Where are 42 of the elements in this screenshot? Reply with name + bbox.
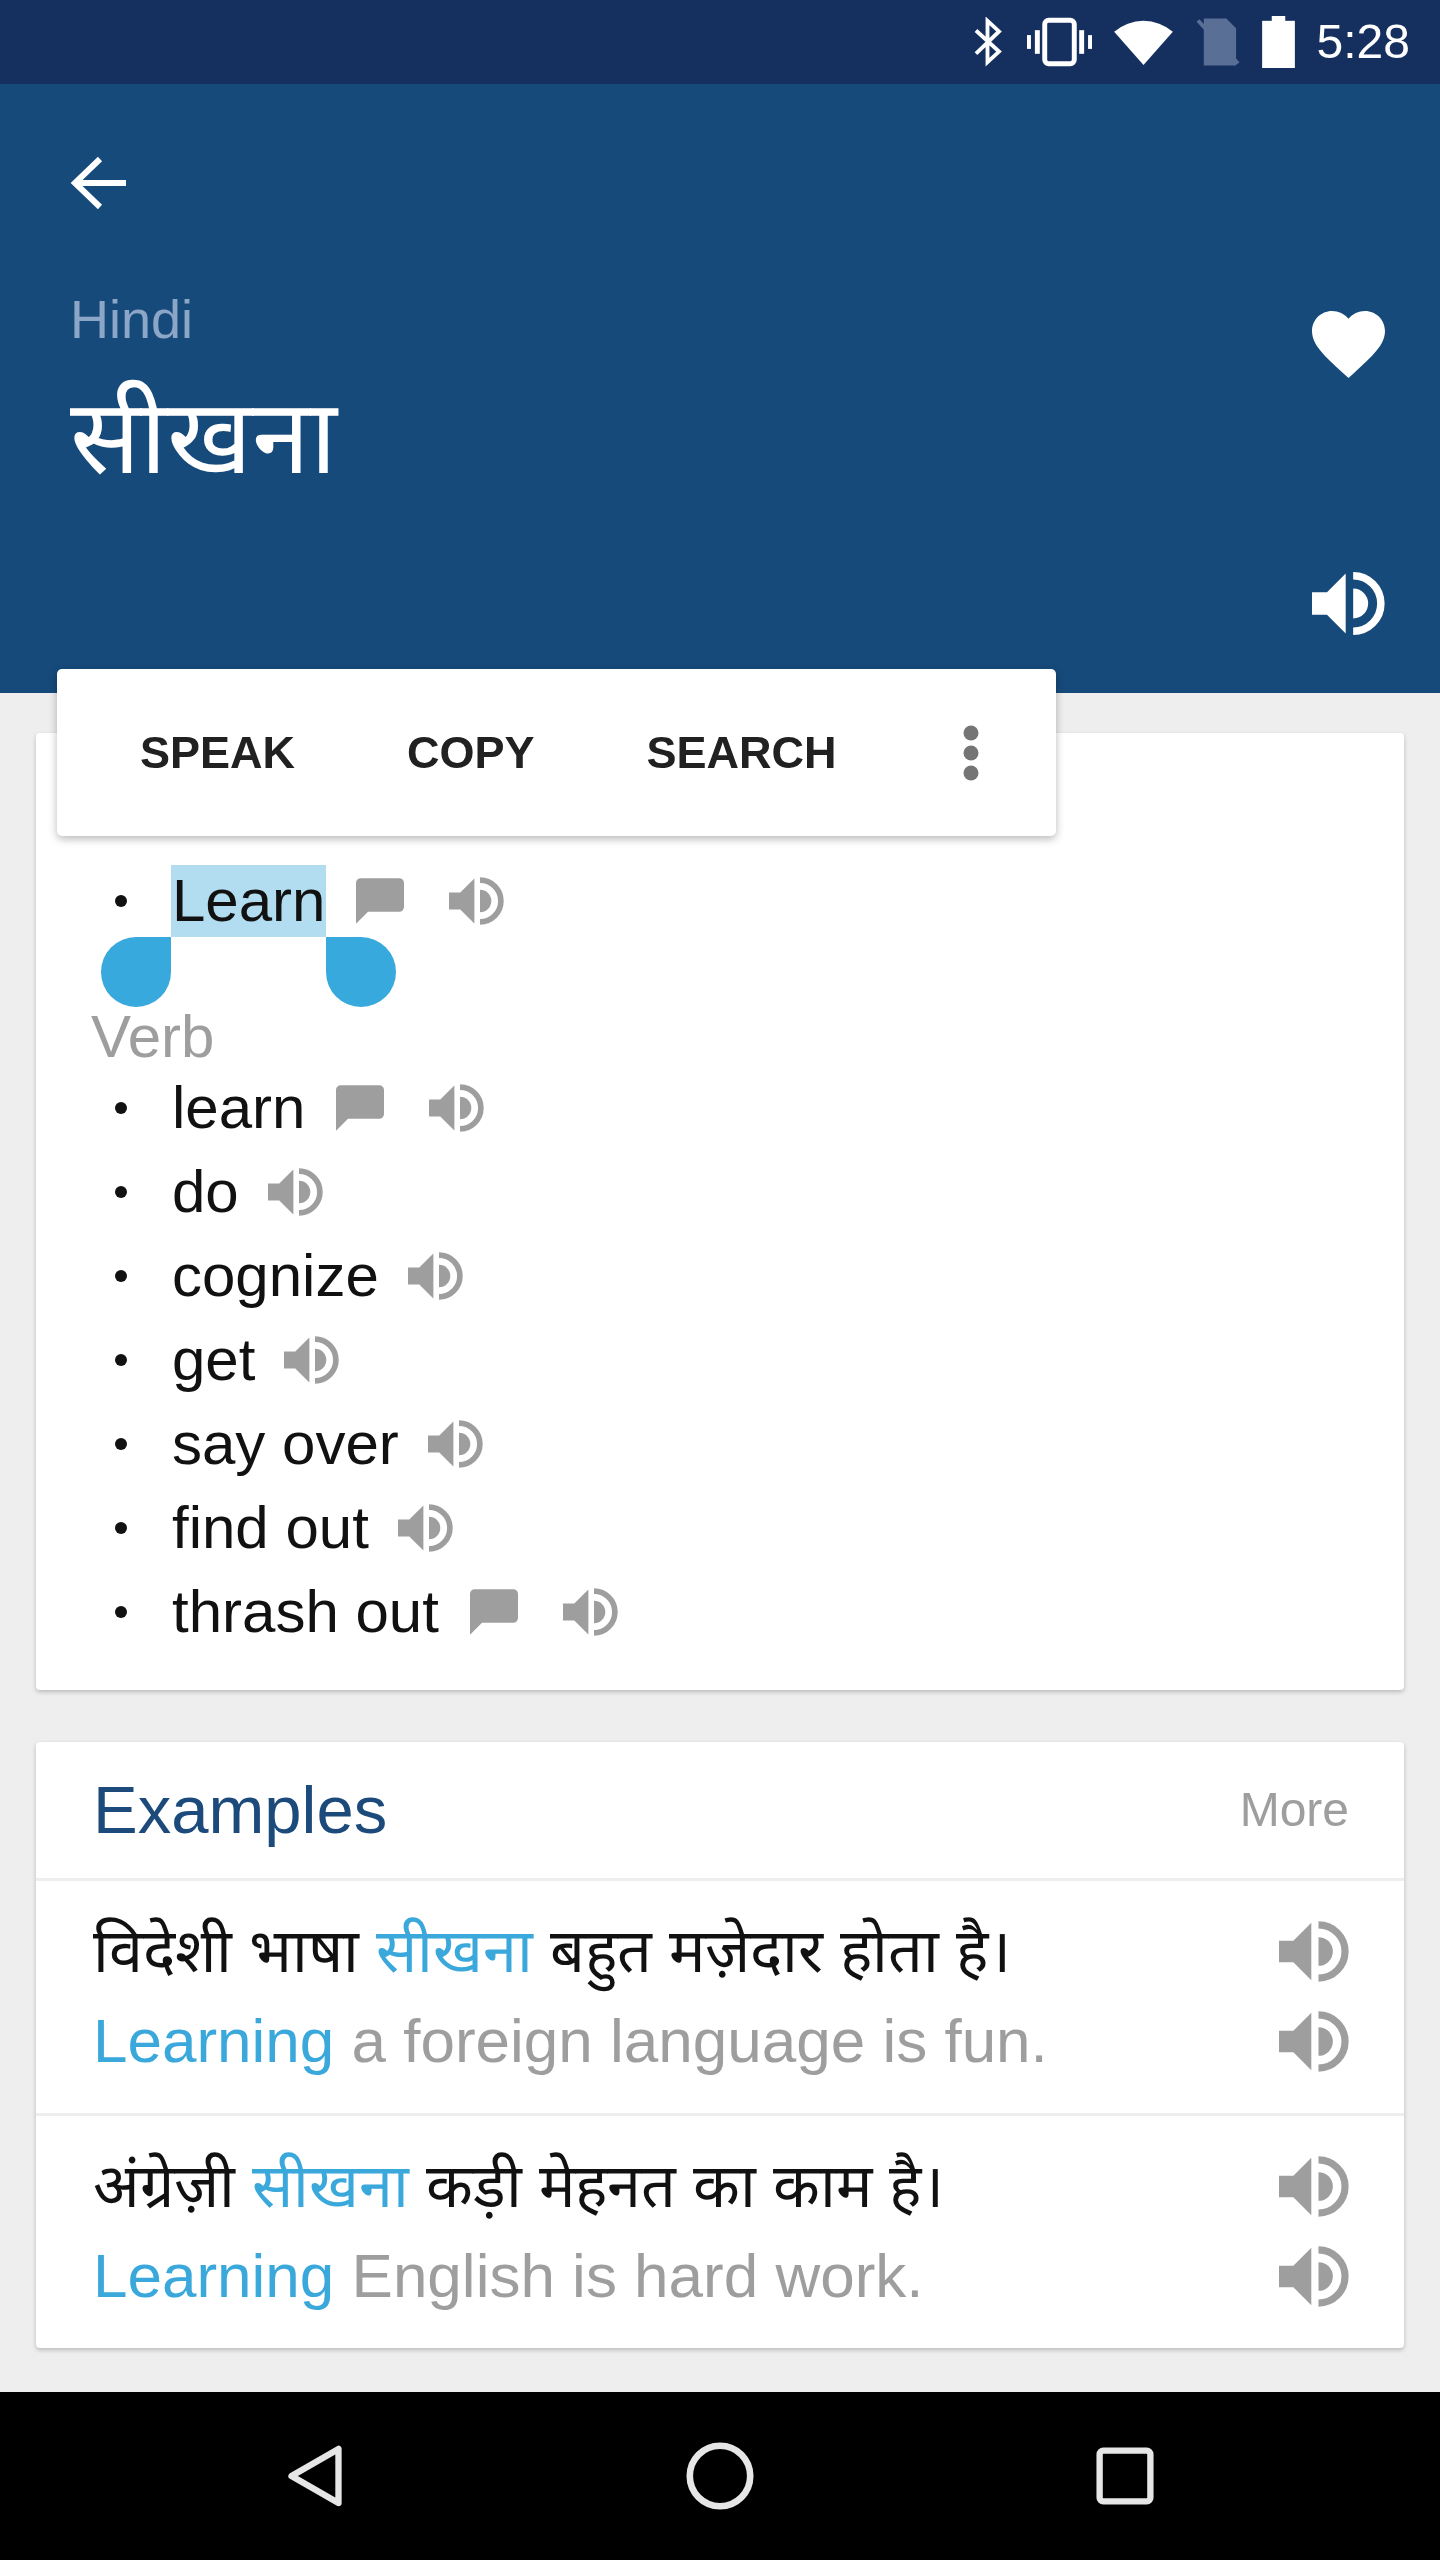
recents-square-icon[interactable] [1096,2447,1155,2505]
example-sentence: अंग्रेज़ी सीखना कड़ी मेहनत का काम है। [93,2151,944,2222]
no-sim-icon [1194,17,1240,67]
example-translation: Learning English is hard work. [93,2240,924,2312]
back-arrow-icon[interactable] [70,155,128,211]
bullet-icon [115,1438,127,1450]
definition-word: Learn [171,864,327,937]
back-triangle-icon[interactable] [286,2444,343,2508]
heart-icon[interactable] [1312,311,1385,378]
bullet-icon [115,1354,127,1366]
toolbar-action[interactable]: COPY [351,669,591,836]
battery-icon [1261,16,1295,68]
language-label: Hindi [70,288,195,351]
comment-icon[interactable] [469,1589,518,1635]
definition-word: get [171,1325,257,1395]
bullet-icon [115,1270,127,1282]
bullet-icon [115,894,127,907]
headword: सीखना [70,378,337,497]
part-of-speech-label: Verb [91,1008,216,1066]
example-translation: Learning a foreign language is fun. [93,2005,1048,2077]
definition-word: find out [171,1493,370,1563]
bullet-icon [115,1606,127,1618]
comment-icon[interactable] [356,877,405,924]
comment-icon[interactable] [336,1085,385,1131]
bullet-icon [115,1522,127,1534]
vibrate-icon [1026,17,1092,67]
definition-word: thrash out [171,1577,440,1647]
home-circle-icon[interactable] [686,2442,754,2510]
more-options-icon [962,724,979,781]
definition-word: say over [171,1409,400,1479]
bullet-icon [115,1102,127,1114]
definition-word: learn [171,1073,307,1143]
wifi-icon [1113,19,1173,65]
definition-word: cognize [171,1241,380,1311]
bullet-icon [115,1186,127,1198]
definition-word: do [171,1157,240,1227]
example-sentence: विदेशी भाषा सीखना बहुत मज़ेदार होता है। [93,1910,1011,1992]
toolbar-action[interactable]: SPEAK [84,669,352,836]
examples-title: Examples [93,1771,388,1849]
status-time: 5:28 [1316,14,1410,70]
speaker-icon[interactable] [1312,570,1385,637]
toolbar-action[interactable]: SEARCH [590,669,893,836]
